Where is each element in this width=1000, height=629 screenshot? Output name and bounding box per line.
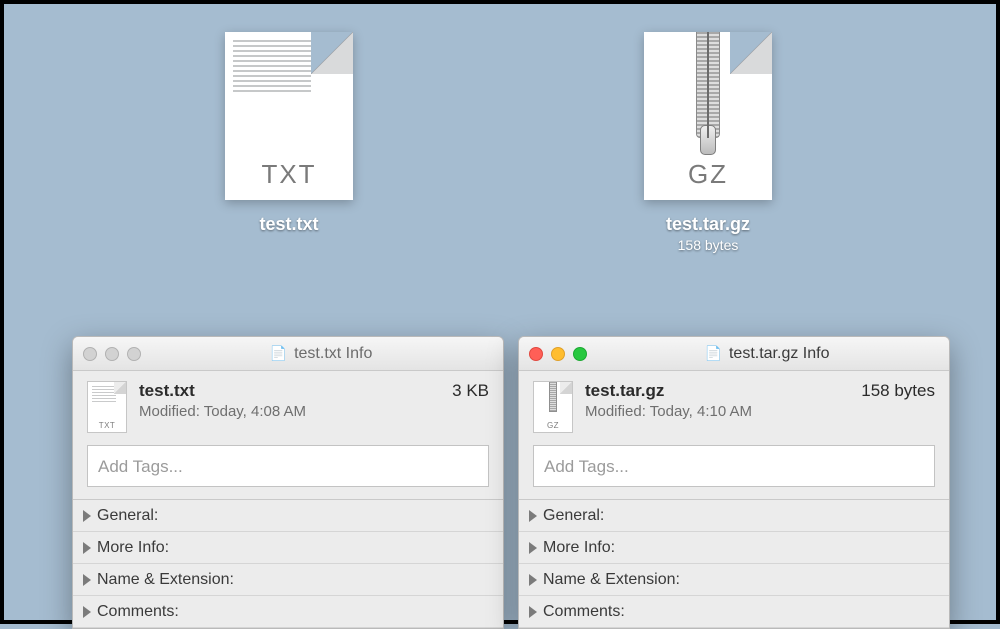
section-label: Name & Extension: <box>97 571 234 589</box>
file-icon-txt: TXT <box>225 32 353 200</box>
window-title-wrap: 📄 test.txt Info <box>149 345 493 363</box>
file-icon-gz: GZ <box>644 32 772 200</box>
minimize-button[interactable] <box>551 347 565 361</box>
zip-pull-icon <box>700 125 716 155</box>
info-window-test-tar-gz[interactable]: 📄 test.tar.gz Info GZ test.tar.gz 158 by… <box>518 336 950 629</box>
page-fold-icon <box>730 32 772 74</box>
page-fold-icon <box>114 382 126 394</box>
section-more-info[interactable]: More Info: <box>519 532 949 564</box>
file-size-label: 158 bytes <box>608 237 808 253</box>
sections-list: General: More Info: Name & Extension: Co… <box>73 499 503 628</box>
disclosure-triangle-icon <box>83 574 91 586</box>
close-button[interactable] <box>83 347 97 361</box>
titlebar[interactable]: 📄 test.tar.gz Info <box>519 337 949 371</box>
section-name-extension[interactable]: Name & Extension: <box>519 564 949 596</box>
titlebar[interactable]: 📄 test.txt Info <box>73 337 503 371</box>
summary-file-name: test.tar.gz <box>585 381 664 401</box>
close-button[interactable] <box>529 347 543 361</box>
page-fold-icon <box>311 32 353 74</box>
summary-modified: Modified: Today, 4:08 AM <box>139 403 489 420</box>
txt-preview-lines <box>233 40 311 94</box>
document-icon: 📄 <box>705 345 722 362</box>
minimize-button[interactable] <box>105 347 119 361</box>
document-icon: 📄 <box>270 345 287 362</box>
section-label: Comments: <box>97 603 179 621</box>
traffic-lights <box>529 347 587 361</box>
sections-list: General: More Info: Name & Extension: Co… <box>519 499 949 628</box>
file-ext-label: TXT <box>225 159 353 190</box>
traffic-lights <box>83 347 141 361</box>
section-general[interactable]: General: <box>519 500 949 532</box>
txt-preview-lines <box>92 386 116 402</box>
disclosure-triangle-icon <box>529 606 537 618</box>
section-label: Comments: <box>543 603 625 621</box>
section-name-extension[interactable]: Name & Extension: <box>73 564 503 596</box>
zip-slider-icon <box>549 382 557 412</box>
section-label: More Info: <box>97 539 169 557</box>
file-name-label: test.txt <box>189 214 389 235</box>
summary-file-size: 158 bytes <box>861 381 935 401</box>
file-name-label: test.tar.gz <box>608 214 808 235</box>
section-label: Name & Extension: <box>543 571 680 589</box>
tags-input[interactable]: Add Tags... <box>533 445 935 487</box>
summary-area: TXT test.txt 3 KB Modified: Today, 4:08 … <box>73 371 503 445</box>
disclosure-triangle-icon <box>83 542 91 554</box>
summary-thumbnail: TXT <box>87 381 127 433</box>
zip-slider-icon <box>696 32 720 138</box>
page-fold-icon <box>560 382 572 394</box>
section-label: More Info: <box>543 539 615 557</box>
thumb-ext-label: GZ <box>534 421 572 430</box>
desktop-file-test-txt[interactable]: TXT test.txt <box>189 32 389 235</box>
desktop-file-test-tar-gz[interactable]: GZ test.tar.gz 158 bytes <box>608 32 808 253</box>
section-label: General: <box>543 507 604 525</box>
maximize-button[interactable] <box>127 347 141 361</box>
info-window-test-txt[interactable]: 📄 test.txt Info TXT test.txt 3 KB Modifi… <box>72 336 504 629</box>
tags-input[interactable]: Add Tags... <box>87 445 489 487</box>
section-more-info[interactable]: More Info: <box>73 532 503 564</box>
summary-thumbnail: GZ <box>533 381 573 433</box>
thumb-ext-label: TXT <box>88 421 126 430</box>
maximize-button[interactable] <box>573 347 587 361</box>
section-label: General: <box>97 507 158 525</box>
summary-modified: Modified: Today, 4:10 AM <box>585 403 935 420</box>
disclosure-triangle-icon <box>529 574 537 586</box>
summary-file-name: test.txt <box>139 381 195 401</box>
section-comments[interactable]: Comments: <box>519 596 949 628</box>
disclosure-triangle-icon <box>529 542 537 554</box>
disclosure-triangle-icon <box>83 606 91 618</box>
disclosure-triangle-icon <box>529 510 537 522</box>
section-general[interactable]: General: <box>73 500 503 532</box>
file-ext-label: GZ <box>644 159 772 190</box>
section-comments[interactable]: Comments: <box>73 596 503 628</box>
disclosure-triangle-icon <box>83 510 91 522</box>
window-title: test.tar.gz Info <box>729 345 830 363</box>
window-title: test.txt Info <box>294 345 372 363</box>
window-title-wrap: 📄 test.tar.gz Info <box>595 345 939 363</box>
summary-area: GZ test.tar.gz 158 bytes Modified: Today… <box>519 371 949 445</box>
summary-file-size: 3 KB <box>452 381 489 401</box>
